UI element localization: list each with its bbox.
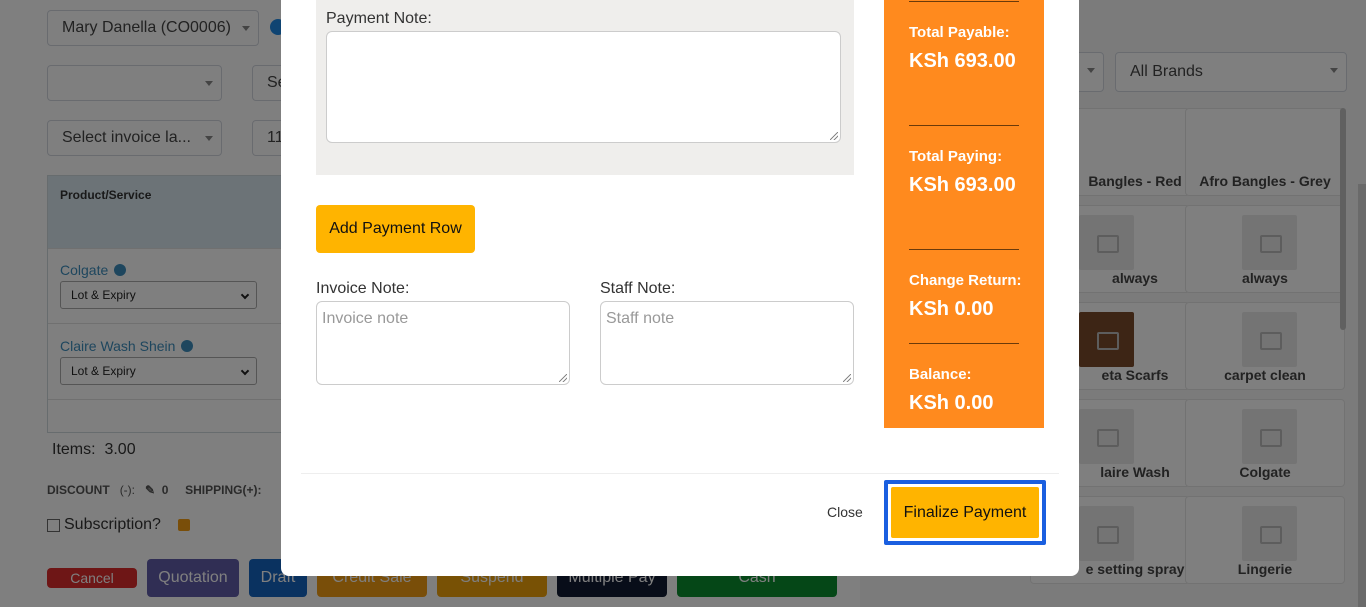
change-return-value: KSh 0.00: [909, 298, 994, 320]
payment-modal: Payment Note: Add Payment Row Invoice No…: [281, 0, 1079, 576]
invoice-note-field[interactable]: Invoice note: [316, 301, 570, 385]
staff-note-label: Staff Note:: [600, 280, 676, 297]
change-return-label: Change Return:: [909, 272, 1022, 289]
total-payable-value: KSh 693.00: [909, 50, 1016, 72]
total-paying-value: KSh 693.00: [909, 174, 1016, 196]
staff-note-field[interactable]: Staff note: [600, 301, 854, 385]
payment-summary-panel: Total Payable: KSh 693.00 Total Paying: …: [884, 0, 1044, 428]
modal-footer-divider: [301, 473, 1059, 474]
finalize-payment-label: Finalize Payment: [903, 503, 1027, 521]
finalize-payment-focus-ring: Finalize Payment: [884, 480, 1046, 545]
finalize-payment-button[interactable]: Finalize Payment: [891, 487, 1039, 538]
resize-handle-icon[interactable]: [559, 374, 567, 382]
add-payment-row-label: Add Payment Row: [329, 220, 462, 237]
balance-label: Balance:: [909, 366, 972, 383]
invoice-note-placeholder: Invoice note: [322, 310, 409, 327]
staff-note-placeholder: Staff note: [606, 310, 675, 327]
resize-handle-icon[interactable]: [843, 374, 851, 382]
balance-value: KSh 0.00: [909, 392, 994, 414]
resize-handle-icon[interactable]: [830, 132, 838, 140]
payment-row-panel: Payment Note:: [316, 0, 854, 175]
divider: [909, 343, 1019, 344]
payment-note-label: Payment Note:: [326, 10, 432, 27]
divider: [909, 249, 1019, 250]
payment-note-field[interactable]: [326, 31, 841, 143]
divider: [909, 125, 1019, 126]
divider: [909, 1, 1019, 2]
total-payable-label: Total Payable:: [909, 24, 1010, 41]
total-paying-label: Total Paying:: [909, 148, 1003, 165]
add-payment-row-button[interactable]: Add Payment Row: [316, 205, 475, 253]
close-button[interactable]: Close: [827, 504, 863, 520]
invoice-note-label: Invoice Note:: [316, 280, 410, 297]
